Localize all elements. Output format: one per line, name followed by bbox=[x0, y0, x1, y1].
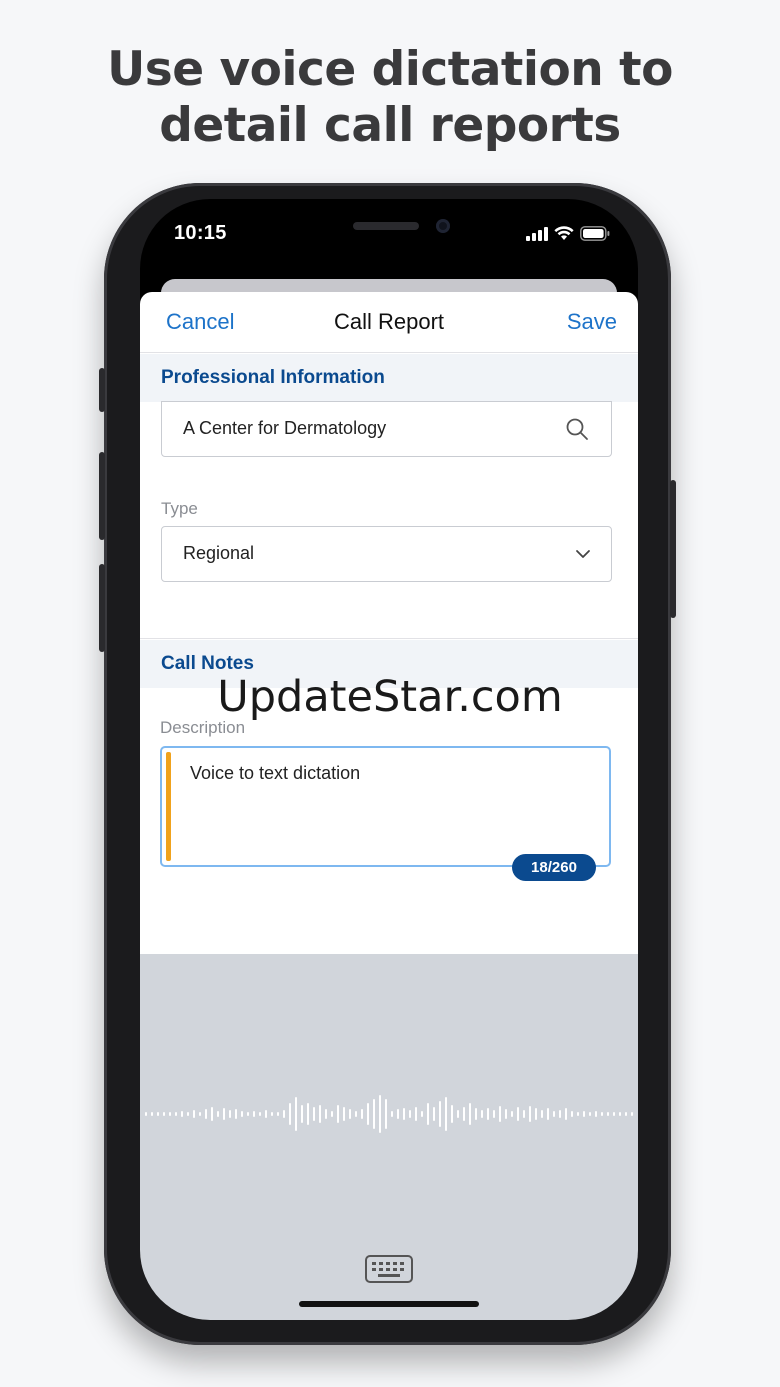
section-divider bbox=[140, 638, 638, 639]
search-icon[interactable] bbox=[565, 417, 589, 441]
watermark-text: UpdateStar.com bbox=[217, 672, 563, 722]
chevron-down-icon bbox=[576, 550, 590, 558]
professional-information-header: Professional Information bbox=[140, 354, 638, 402]
headline: Use voice dictation to detail call repor… bbox=[0, 42, 780, 154]
description-textarea[interactable]: Voice to text dictation bbox=[160, 746, 611, 867]
type-value: Regional bbox=[183, 543, 255, 563]
type-select[interactable]: Regional bbox=[161, 526, 612, 582]
character-counter: 18/260 bbox=[512, 854, 596, 881]
headline-line-1: Use voice dictation to bbox=[107, 42, 673, 97]
voice-waveform bbox=[145, 1095, 633, 1133]
volume-up-button bbox=[99, 452, 105, 540]
save-button[interactable]: Save bbox=[567, 309, 617, 335]
professional-search-field[interactable]: A Center for Dermatology bbox=[161, 401, 612, 457]
cancel-button[interactable]: Cancel bbox=[166, 309, 234, 335]
cellular-signal-icon bbox=[526, 227, 548, 241]
status-time: 10:15 bbox=[174, 222, 227, 244]
nav-bar: Call Report Cancel Save bbox=[140, 292, 638, 353]
earpiece-speaker bbox=[353, 222, 419, 230]
dictation-indicator-bar bbox=[166, 752, 171, 861]
front-camera bbox=[436, 219, 450, 233]
battery-icon bbox=[580, 226, 610, 241]
call-report-sheet: Call Report Cancel Save Professional Inf… bbox=[140, 292, 638, 954]
type-label: Type bbox=[161, 499, 198, 518]
side-button bbox=[670, 480, 676, 618]
home-indicator[interactable] bbox=[299, 1301, 479, 1307]
status-icons bbox=[526, 226, 610, 241]
wifi-icon bbox=[554, 226, 574, 240]
volume-down-button bbox=[99, 564, 105, 652]
headline-line-2: detail call reports bbox=[159, 98, 621, 153]
mute-switch bbox=[99, 368, 105, 412]
dictation-panel bbox=[140, 954, 638, 1320]
professional-search-value: A Center for Dermatology bbox=[183, 418, 387, 438]
description-value: Voice to text dictation bbox=[190, 763, 361, 783]
keyboard-icon[interactable] bbox=[364, 1254, 414, 1284]
